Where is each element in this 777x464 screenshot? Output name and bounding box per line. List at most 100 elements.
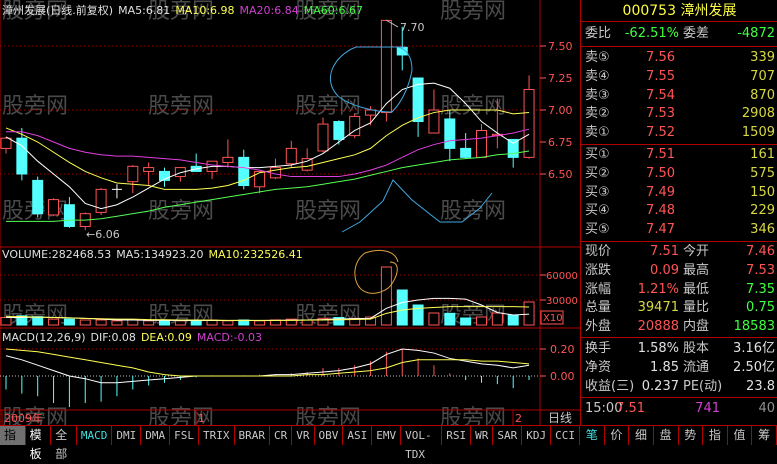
- fund-row: 净资 1.85 流通 2.50亿: [585, 359, 775, 377]
- candle-body: [301, 158, 313, 171]
- buy-volume: 575: [750, 165, 775, 181]
- volume-bar: [190, 320, 202, 326]
- candle-body: [32, 179, 44, 215]
- volume-bar: [444, 312, 456, 326]
- indicator-tab-模板[interactable]: 模板: [26, 426, 52, 461]
- sell-row: 卖① 7.52 1509: [585, 124, 775, 142]
- order-diff-label: 委差: [683, 26, 710, 41]
- stat-value: 0.09: [650, 262, 679, 278]
- indicator-tab-dmi[interactable]: DMI: [112, 426, 142, 445]
- stats-row: 总量 39471 量比 0.75: [585, 299, 775, 317]
- stat-label: 今开: [683, 244, 710, 259]
- watermark-layer: 股旁网 股旁网 股旁网 股旁网股旁网 股旁网 股旁网 股旁网股旁网 股旁网 股旁网股旁网 股旁网股…: [2, 0, 506, 425]
- quote-tab[interactable]: 筹: [752, 426, 777, 445]
- ma10-value: MA10:6.98: [175, 4, 235, 17]
- period-label[interactable]: 日线: [548, 411, 572, 425]
- quote-tab[interactable]: 笔: [580, 426, 605, 445]
- watermark-text: 股旁网: [295, 199, 361, 224]
- candle-body: [507, 138, 519, 158]
- order-ratio-row: 委比 -62.51% 委差 -4872: [585, 25, 775, 43]
- quote-tab[interactable]: 势: [679, 426, 704, 445]
- macd-tick-label: 0.00: [550, 370, 575, 383]
- candle: [32, 176, 44, 218]
- candle-body: [476, 129, 487, 158]
- kline-chart[interactable]: 股旁网 股旁网 股旁网 股旁网股旁网 股旁网 股旁网 股旁网股旁网 股旁网 股旁网股旁网 股旁网股…: [0, 0, 580, 425]
- buy-level-label: 买③: [585, 184, 610, 200]
- volume-bar: [523, 301, 535, 326]
- hand-drawn-annotations: [329, 46, 493, 294]
- stat-label: 最高: [683, 262, 710, 278]
- indicator-tab-emv[interactable]: EMV: [372, 426, 402, 445]
- candle-body: [254, 170, 266, 188]
- indicator-tab-brar[interactable]: BRAR: [235, 426, 270, 445]
- indicator-tab-kdj[interactable]: KDJ: [522, 426, 552, 445]
- high-price-label: 7.70: [400, 21, 425, 34]
- sell-row: 卖⑤ 7.56 339: [585, 49, 775, 67]
- watermark-text: 股旁网: [148, 94, 214, 119]
- tick-count: 40: [758, 401, 775, 416]
- indicator-tab-fsl[interactable]: FSL: [170, 426, 199, 445]
- volume-bar: [380, 266, 392, 326]
- indicator-tab-trix[interactable]: TRIX: [199, 426, 235, 445]
- stat-value: 1.85: [650, 359, 679, 375]
- quote-tab[interactable]: 指: [703, 426, 728, 445]
- volume-bar: [428, 312, 440, 326]
- sell-price: 7.53: [646, 106, 675, 122]
- buy-row: 买② 7.50 575: [585, 165, 775, 183]
- volume-header: VOLUME:282468.53 MA5:134923.20 MA10:232526…: [2, 248, 308, 261]
- macd-tick-label: 0.20: [550, 343, 575, 356]
- indicator-tab-asi[interactable]: ASI: [343, 426, 373, 445]
- stat-label: 内盘: [683, 319, 710, 335]
- indicator-tab-cci[interactable]: CCI: [551, 426, 580, 445]
- stat-label: 净资: [585, 359, 612, 375]
- stats-row: 涨跌 0.09 最高 7.53: [585, 262, 775, 280]
- sell-volume: 2908: [741, 106, 775, 122]
- buy-level-label: 买②: [585, 165, 610, 181]
- indicator-tab-bar: 指标 模板 全部 MACD DMI DMA FSL TRIX BRAR CR VR OBV ASI EMV…: [0, 425, 580, 461]
- price-tick-label: 7.25: [548, 72, 573, 85]
- volume-bar: [301, 319, 313, 326]
- quote-tab[interactable]: 细: [629, 426, 654, 445]
- indicator-tab-dma[interactable]: DMA: [141, 426, 171, 445]
- candle: [48, 198, 60, 217]
- indicator-tab-wr[interactable]: WR: [471, 426, 494, 445]
- quote-tab[interactable]: 价: [605, 426, 630, 445]
- macd-plot: [5, 348, 530, 408]
- indicator-tab-cr[interactable]: CR: [270, 426, 293, 445]
- stat-label: 收益(三): [585, 378, 635, 394]
- fund-row: 换手 1.58% 股本 3.16亿: [585, 340, 775, 358]
- quote-tab[interactable]: 值: [728, 426, 753, 445]
- quote-panel: 000753 漳州发展 委比 -62.51% 委差 -4872 卖⑤ 7.56 33…: [580, 0, 777, 425]
- stat-label: 最低: [683, 281, 710, 297]
- ma5-value: MA5:6.81: [118, 4, 171, 17]
- stat-value: 7.51: [650, 244, 679, 259]
- dea-value: DEA:0.09: [140, 331, 192, 344]
- quote-tab[interactable]: 盘: [654, 426, 679, 445]
- buy-price: 7.47: [646, 222, 675, 238]
- sell-volume: 870: [750, 87, 775, 103]
- candle: [206, 160, 218, 180]
- volume-ma10: MA10:232526.41: [208, 248, 303, 261]
- sell-volume: 707: [750, 68, 775, 84]
- stat-label: 涨幅: [585, 281, 612, 297]
- candle: [111, 184, 122, 199]
- date-axis-label: 1: [198, 412, 205, 425]
- volume-bar: [476, 316, 487, 326]
- indicator-tab-obv[interactable]: OBV: [315, 426, 344, 445]
- indicator-tab-rsi[interactable]: RSI: [442, 426, 472, 445]
- indicator-tab-sar[interactable]: SAR: [493, 426, 523, 445]
- candle: [238, 149, 250, 190]
- volume-value: VOLUME:282468.53: [2, 248, 112, 261]
- stat-label: 总量: [585, 300, 612, 316]
- candle-body: [143, 167, 155, 172]
- candle-body: [380, 19, 392, 114]
- indicator-tab-全部[interactable]: 全部: [51, 426, 77, 461]
- indicator-tab-vr[interactable]: VR: [292, 426, 315, 445]
- indicator-tab-指标[interactable]: 指标: [0, 426, 26, 461]
- stock-code: 000753: [622, 3, 676, 19]
- ma20-value: MA20:6.84: [239, 4, 299, 17]
- indicator-tab-macd[interactable]: MACD: [77, 426, 113, 445]
- indicator-tab-vol-tdx[interactable]: VOL-TDX: [401, 426, 443, 461]
- sell-level-label: 卖①: [585, 125, 610, 141]
- macd-value: MACD:-0.03: [196, 331, 263, 344]
